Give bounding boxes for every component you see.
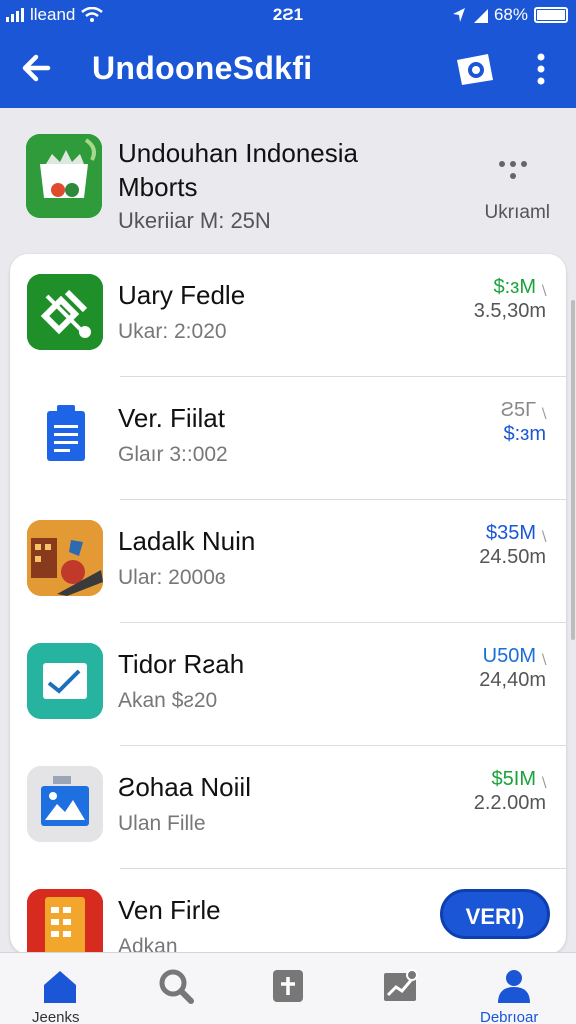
back-arrow-icon[interactable] [18, 48, 58, 88]
list-item-value-primary: $:ɜM [493, 276, 536, 298]
list-item-name: Tidor Rƨah [118, 649, 245, 679]
downloads-list: Uary Fedle Ukar: 2:020 $:ɜM ∖ 3.5,30m Ve… [10, 254, 566, 954]
app-icon-game [27, 520, 103, 596]
list-item-name: Ver. Fiilat [118, 403, 225, 433]
pinned-subtitle: Ukeriiar M: 25N [118, 208, 271, 233]
list-item[interactable]: Ƨohaa Noiil Ulan Fille $5IM ∖ 2.2.00m [10, 746, 566, 869]
plus-box-icon [273, 970, 303, 1002]
list-item-sub: Ukar: 2:020 [118, 320, 227, 343]
more-vertical-icon[interactable] [528, 48, 554, 90]
list-item-value-primary: U50M [482, 645, 536, 667]
pinned-download-item[interactable]: Undouhan Indonesia Mborts Ukeriiar M: 25… [0, 108, 576, 256]
list-item[interactable]: Ver. Fiilat Glaır 3::002 Ƨ5Г ∖ $:ɜm [10, 377, 566, 500]
search-icon [159, 969, 194, 1004]
chevron-icon: ∖ [539, 528, 548, 544]
page-title: UndooneSdkfi [92, 50, 313, 86]
list-item-value-primary: Ƨ5Г [500, 399, 536, 421]
home-icon [44, 971, 76, 1003]
pinned-meta: Ukrıaml [484, 202, 550, 223]
tab-home[interactable]: Jeenks [0, 953, 120, 1024]
list-item-name: Uary Fedle [118, 280, 246, 310]
list-item-name: Ƨohaa Noiil [118, 772, 251, 802]
bottom-tab-bar: Jeenks Debrıoar [0, 952, 576, 1024]
list-item-name: Ven Firle [118, 895, 221, 925]
list-item-value-primary: $35M [485, 522, 536, 544]
list-item-sub: Ulan Fille [118, 812, 206, 835]
list-item-sub: Glaır 3::002 [118, 443, 228, 466]
chevron-icon: ∖ [539, 774, 548, 790]
tab-add[interactable] [248, 953, 328, 1024]
chart-image-icon [384, 969, 418, 1001]
app-icon-store [26, 134, 102, 218]
status-right: 68% [452, 5, 568, 25]
list-item-value-secondary: 24.50m [479, 546, 546, 568]
list-item-value-secondary: 24,40m [479, 669, 546, 691]
more-options-icon[interactable] [496, 158, 530, 184]
status-bar: lleand 2Ƨ1 68% [0, 0, 576, 30]
list-item-name: Ladalk Nuin [118, 526, 256, 556]
tab-stats[interactable] [360, 953, 440, 1024]
tab-profile-label: Debrıoar [480, 1009, 539, 1024]
chevron-icon: ∖ [539, 282, 548, 298]
person-icon [498, 970, 530, 1003]
list-item[interactable]: Uary Fedle Ukar: 2:020 $:ɜM ∖ 3.5,30m [10, 254, 566, 377]
tab-profile[interactable]: Debrıoar [466, 953, 576, 1024]
battery-percent: 68% [493, 5, 528, 24]
location-icon [452, 8, 465, 22]
scrollbar[interactable] [571, 300, 575, 640]
signal-strength-icon [473, 9, 488, 23]
app-icon-document [27, 397, 103, 473]
app-icon-gallery [27, 766, 103, 842]
list-item-sub: Ular: 2000ɞ [118, 566, 226, 589]
list-item-value-secondary: $:ɜm [503, 423, 546, 445]
list-item[interactable]: Ven Firle Adkan VERI) [10, 869, 566, 954]
list-item-value-secondary: 3.5,30m [473, 300, 546, 322]
verify-button[interactable]: VERI) [440, 889, 550, 939]
app-icon-tools [27, 274, 103, 350]
chevron-icon: ∖ [539, 405, 548, 421]
tab-search[interactable] [136, 953, 216, 1024]
pinned-title-line2: Mborts [118, 172, 198, 202]
app-icon-calculator [27, 889, 103, 954]
pinned-title-line1: Undouhan Indonesia [118, 138, 358, 168]
list-item-value-secondary: 2.2.00m [473, 792, 546, 814]
list-item[interactable]: Ladalk Nuin Ular: 2000ɞ $35M ∖ 24.50m [10, 500, 566, 623]
app-bar: UndooneSdkfi [0, 30, 576, 108]
camera-icon[interactable] [454, 50, 496, 88]
list-item-value-primary: $5IM [491, 768, 536, 790]
app-icon-mail [27, 643, 103, 719]
tab-home-label: Jeenks [32, 1009, 80, 1024]
list-item[interactable]: Tidor Rƨah Akan $ƨ20 U50M ∖ 24,40m [10, 623, 566, 746]
chevron-icon: ∖ [539, 651, 548, 667]
battery-icon [534, 7, 568, 23]
list-item-sub: Akan $ƨ20 [118, 689, 218, 712]
